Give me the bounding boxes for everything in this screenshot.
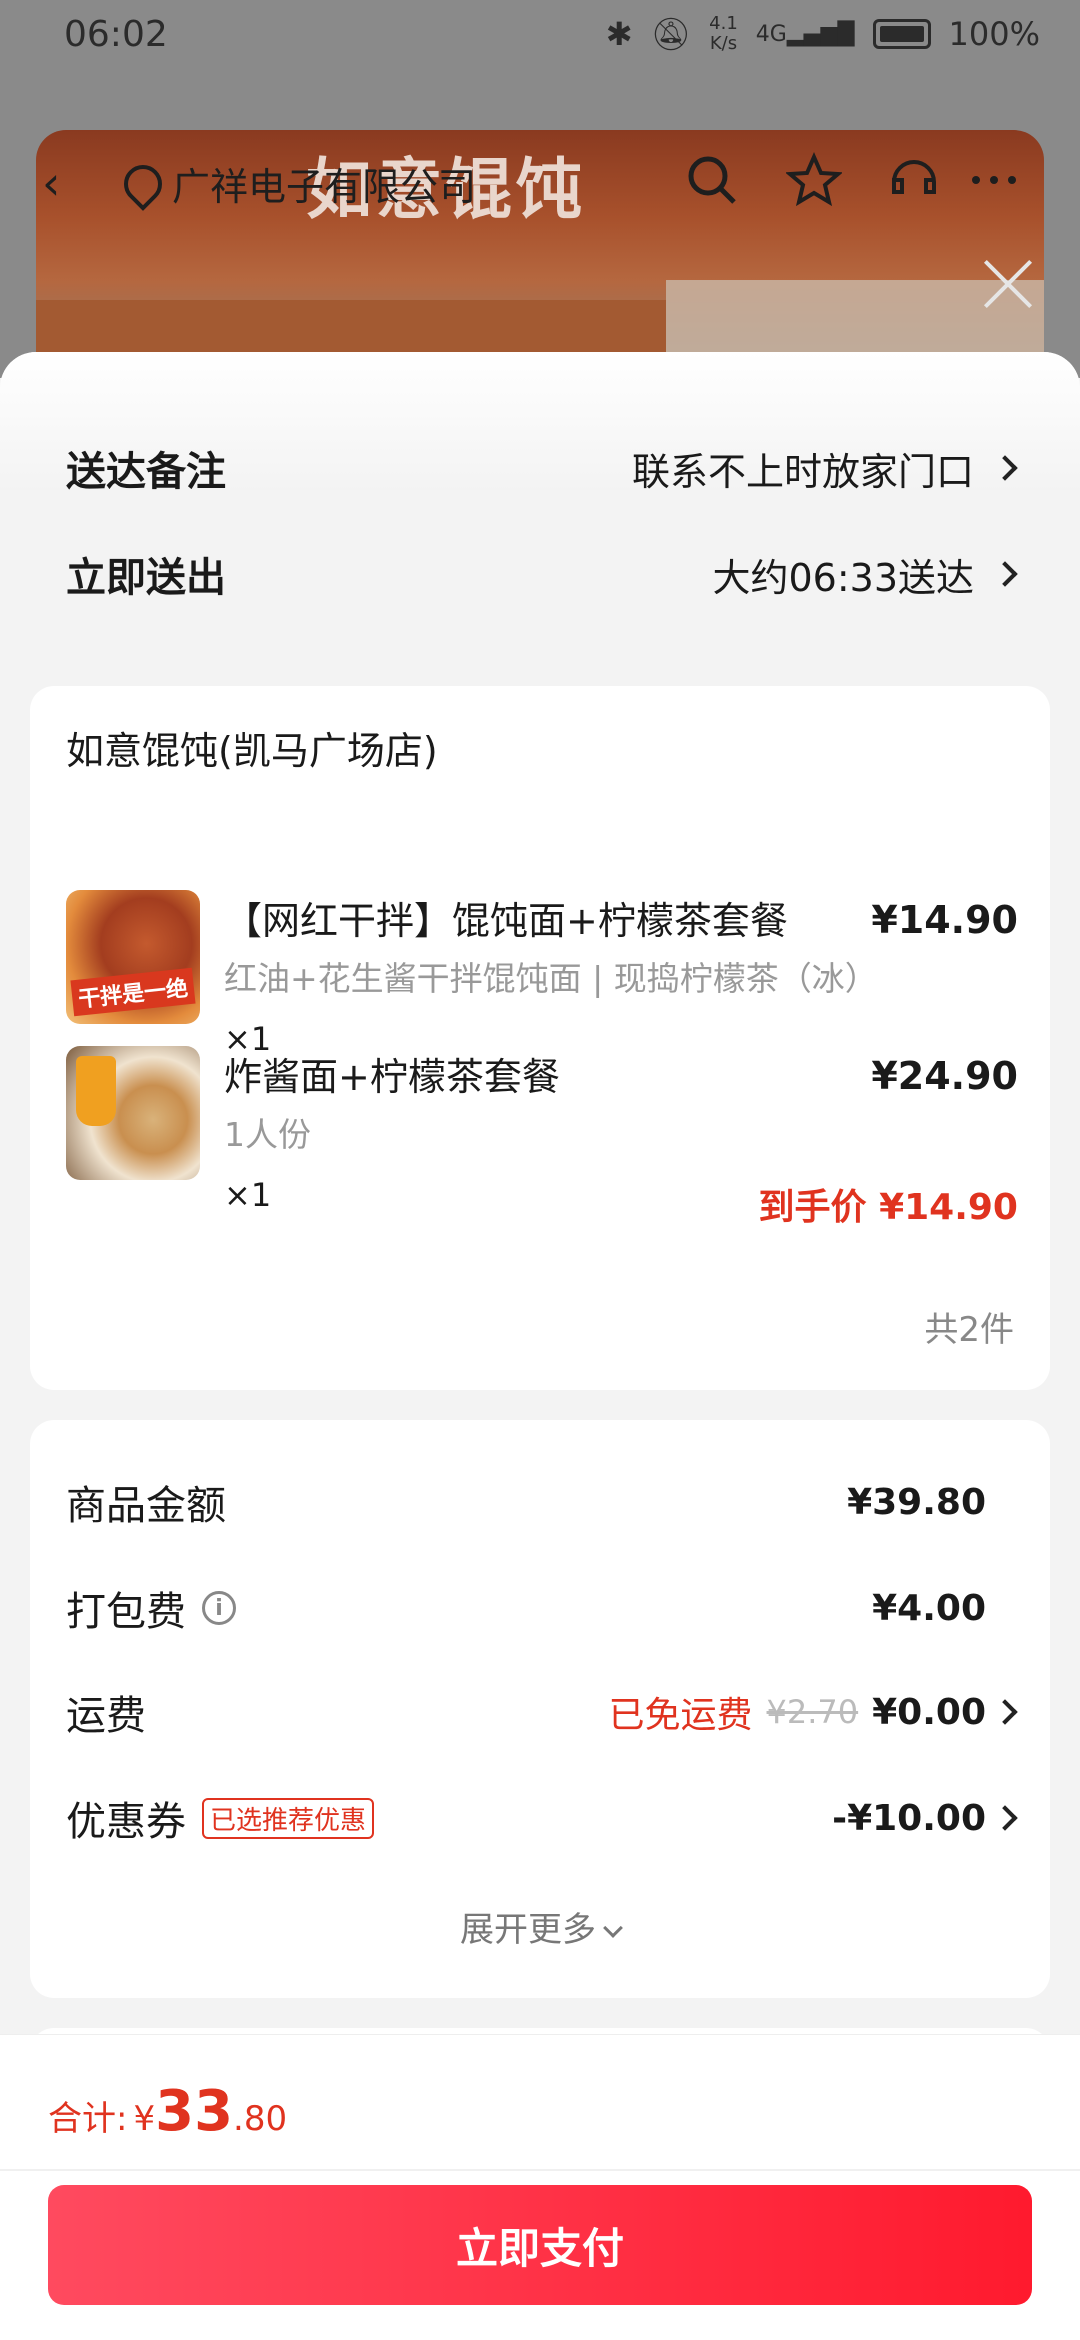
info-icon[interactable]: i: [202, 1591, 236, 1625]
delivery-time-row[interactable]: 立即送出 大约06:33送达: [66, 544, 1018, 604]
bluetooth-icon: ✱: [605, 15, 633, 53]
total-currency: ¥: [133, 2099, 156, 2139]
coupon-value: -¥10.00: [832, 1797, 986, 1839]
shipping-fee-value: ¥0.00: [872, 1691, 986, 1733]
order-item: 干拌是一绝 【网红干拌】馄饨面+柠檬茶套餐 红油+花生酱干拌馄饨面 | 现捣柠檬…: [66, 890, 1018, 1058]
order-card: 如意馄饨(凯马广场店) 干拌是一绝 【网红干拌】馄饨面+柠檬茶套餐 红油+花生酱…: [30, 686, 1050, 1390]
delivery-card: 送达备注 联系不上时放家门口 立即送出 大约06:33送达: [30, 352, 1050, 654]
signal-icon: 4G▂▄▆█: [755, 21, 855, 47]
location-pin-icon: [116, 156, 170, 211]
chevron-right-icon: [992, 455, 1018, 481]
address-selector[interactable]: 广祥电子有限公司: [116, 156, 477, 211]
store-name[interactable]: 如意馄饨(凯马广场店): [66, 720, 438, 775]
store-top-nav: ‹ 广祥电子有限公司: [0, 130, 1080, 230]
battery-icon: [872, 19, 931, 49]
delivery-remark-value: 联系不上时放家门口: [631, 449, 974, 494]
status-bar: 06:02 ✱ 🔕︎ 4.1 K/s 4G▂▄▆█ 100%: [0, 0, 1080, 78]
chevron-down-icon: [603, 1918, 623, 1938]
original-shipping-fee: ¥2.70: [766, 1693, 859, 1731]
item-qty: ×1: [224, 1176, 272, 1214]
goods-amount-row: 商品金额 ¥39.80: [66, 1472, 1014, 1532]
item-name: 炸酱面+柠檬茶套餐: [224, 1055, 560, 1099]
delivery-remark-label: 送达备注: [66, 449, 226, 495]
total-decimal: .80: [233, 2099, 288, 2139]
goods-amount-value: ¥39.80: [847, 1481, 986, 1523]
back-arrow-icon[interactable]: ‹: [42, 156, 60, 210]
chevron-right-icon: [992, 1699, 1018, 1725]
bottom-checkout-bar: 合计: ¥ 33 .80 立即支付: [0, 2034, 1080, 2340]
item-price: ¥14.90: [871, 898, 1018, 942]
mute-icon: 🔕︎: [650, 15, 692, 53]
item-desc: 红油+花生酱干拌馄饨面 | 现捣柠檬茶（冰）: [224, 959, 878, 998]
item-count: 共2件: [924, 1310, 1014, 1350]
chevron-right-icon: [992, 1805, 1018, 1831]
total-label: 合计:: [48, 2099, 128, 2139]
store-page-backdrop: 如意馄饨 ‹ 广祥电子有限公司: [0, 78, 1080, 380]
pay-now-button[interactable]: 立即支付: [48, 2185, 1032, 2305]
battery-percent: 100%: [948, 15, 1040, 53]
fees-card: 商品金额 ¥39.80 打包费 i ¥4.00 运费 已免运费 ¥2.70 ¥0…: [30, 1420, 1050, 1998]
delivery-time-value: 大约06:33送达: [712, 555, 974, 600]
net-speed: 4.1 K/s: [709, 13, 738, 54]
goods-amount-label: 商品金额: [66, 1483, 226, 1529]
order-item: 炸酱面+柠檬茶套餐 1人份 ×1 ¥24.90 到手价 ¥14.90: [66, 1046, 1018, 1228]
coupon-row[interactable]: 优惠券 已选推荐优惠 -¥10.00: [66, 1788, 1018, 1848]
search-icon[interactable]: [684, 152, 740, 208]
item-desc: 1人份: [224, 1115, 311, 1154]
customer-service-icon[interactable]: [886, 152, 942, 208]
expand-more-button[interactable]: 展开更多: [30, 1902, 1050, 1951]
free-shipping-text: 已免运费: [608, 1695, 753, 1736]
status-time: 06:02: [64, 14, 168, 55]
coupon-label: 优惠券: [66, 1799, 186, 1845]
chevron-right-icon: [992, 561, 1018, 587]
delivery-time-label: 立即送出: [66, 555, 226, 601]
item-thumbnail: 干拌是一绝: [66, 890, 200, 1024]
shipping-fee-label: 运费: [66, 1693, 146, 1739]
item-deal-price: 到手价 ¥14.90: [758, 1187, 1018, 1228]
packing-fee-label: 打包费: [66, 1589, 186, 1635]
item-thumbnail: [66, 1046, 200, 1180]
close-icon[interactable]: [982, 258, 1034, 310]
item-price: ¥24.90: [871, 1054, 1018, 1098]
address-text: 广祥电子有限公司: [172, 165, 477, 209]
delivery-remark-row[interactable]: 送达备注 联系不上时放家门口: [66, 438, 1018, 498]
shipping-fee-row[interactable]: 运费 已免运费 ¥2.70 ¥0.00: [66, 1682, 1018, 1742]
packing-fee-value: ¥4.00: [872, 1587, 986, 1629]
packing-fee-row: 打包费 i ¥4.00: [66, 1578, 1014, 1638]
total-integer: 33: [155, 2079, 234, 2144]
item-name: 【网红干拌】馄饨面+柠檬茶套餐: [224, 899, 788, 943]
order-total: 合计: ¥ 33 .80: [48, 2079, 287, 2144]
status-icons: ✱ 🔕︎ 4.1 K/s 4G▂▄▆█ 100%: [606, 14, 1040, 54]
coupon-tag-badge: 已选推荐优惠: [202, 1797, 375, 1839]
more-options-icon[interactable]: [966, 152, 1022, 208]
favorite-star-icon[interactable]: [786, 152, 842, 208]
